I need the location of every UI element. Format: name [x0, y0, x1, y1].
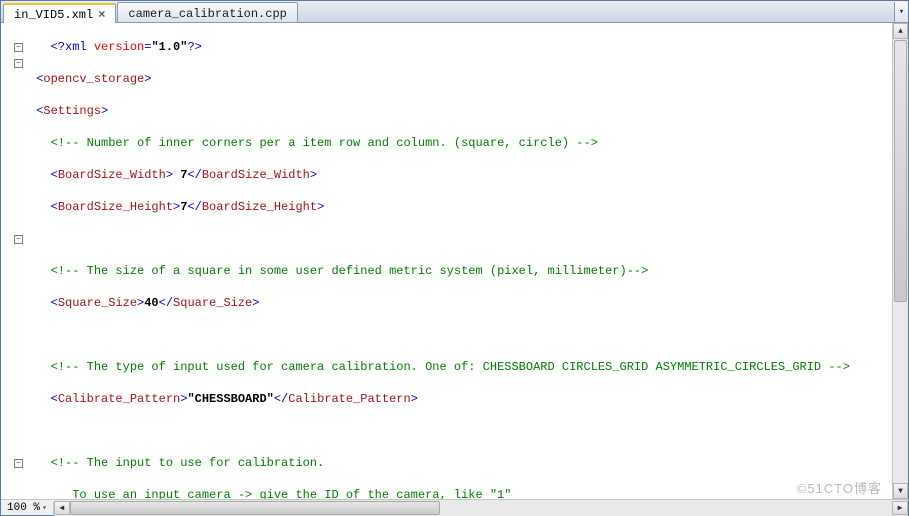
scroll-thumb[interactable] — [894, 40, 907, 302]
code-content: <?xml version="1.0"?> <opencv_storage> <… — [25, 23, 892, 499]
chevron-down-icon: ▾ — [42, 503, 47, 513]
vertical-scrollbar[interactable]: ▲ ▼ — [892, 23, 908, 499]
editor-window: in_VID5.xml × camera_calibration.cpp ▾ −… — [0, 0, 909, 516]
editor-body: − − − − <?xml version="1.0"?> <opencv_st… — [1, 23, 908, 499]
chevron-left-icon: ◀ — [59, 503, 64, 513]
fold-toggle[interactable]: − — [14, 235, 23, 244]
scroll-left-button[interactable]: ◀ — [54, 501, 70, 515]
tab-in-vid5-xml[interactable]: in_VID5.xml × — [3, 3, 116, 23]
fold-gutter: − − − − — [1, 23, 25, 499]
tab-bar: in_VID5.xml × camera_calibration.cpp ▾ — [1, 1, 908, 23]
tab-camera-calibration-cpp[interactable]: camera_calibration.cpp — [117, 2, 297, 22]
chevron-down-icon: ▼ — [898, 487, 903, 496]
code-editor[interactable]: <?xml version="1.0"?> <opencv_storage> <… — [25, 23, 892, 499]
fold-toggle[interactable]: − — [14, 59, 23, 68]
tab-overflow-button[interactable]: ▾ — [894, 2, 908, 22]
close-icon[interactable]: × — [98, 8, 105, 22]
status-bar: 100 % ▾ ◀ ▶ — [1, 499, 908, 515]
scroll-up-button[interactable]: ▲ — [893, 23, 908, 39]
fold-toggle[interactable]: − — [14, 459, 23, 468]
scroll-down-button[interactable]: ▼ — [893, 483, 908, 499]
horizontal-scrollbar[interactable]: ◀ ▶ — [54, 500, 908, 516]
fold-toggle[interactable]: − — [14, 43, 23, 52]
chevron-right-icon: ▶ — [898, 503, 903, 513]
tab-label: camera_calibration.cpp — [128, 7, 286, 21]
chevron-up-icon: ▲ — [898, 27, 903, 36]
scroll-track[interactable] — [70, 501, 892, 515]
zoom-indicator[interactable]: 100 % ▾ — [1, 502, 54, 514]
tab-label: in_VID5.xml — [14, 8, 93, 22]
scroll-thumb[interactable] — [70, 501, 440, 515]
chevron-down-icon: ▾ — [899, 7, 904, 17]
zoom-value: 100 % — [7, 502, 40, 514]
scroll-right-button[interactable]: ▶ — [892, 501, 908, 515]
